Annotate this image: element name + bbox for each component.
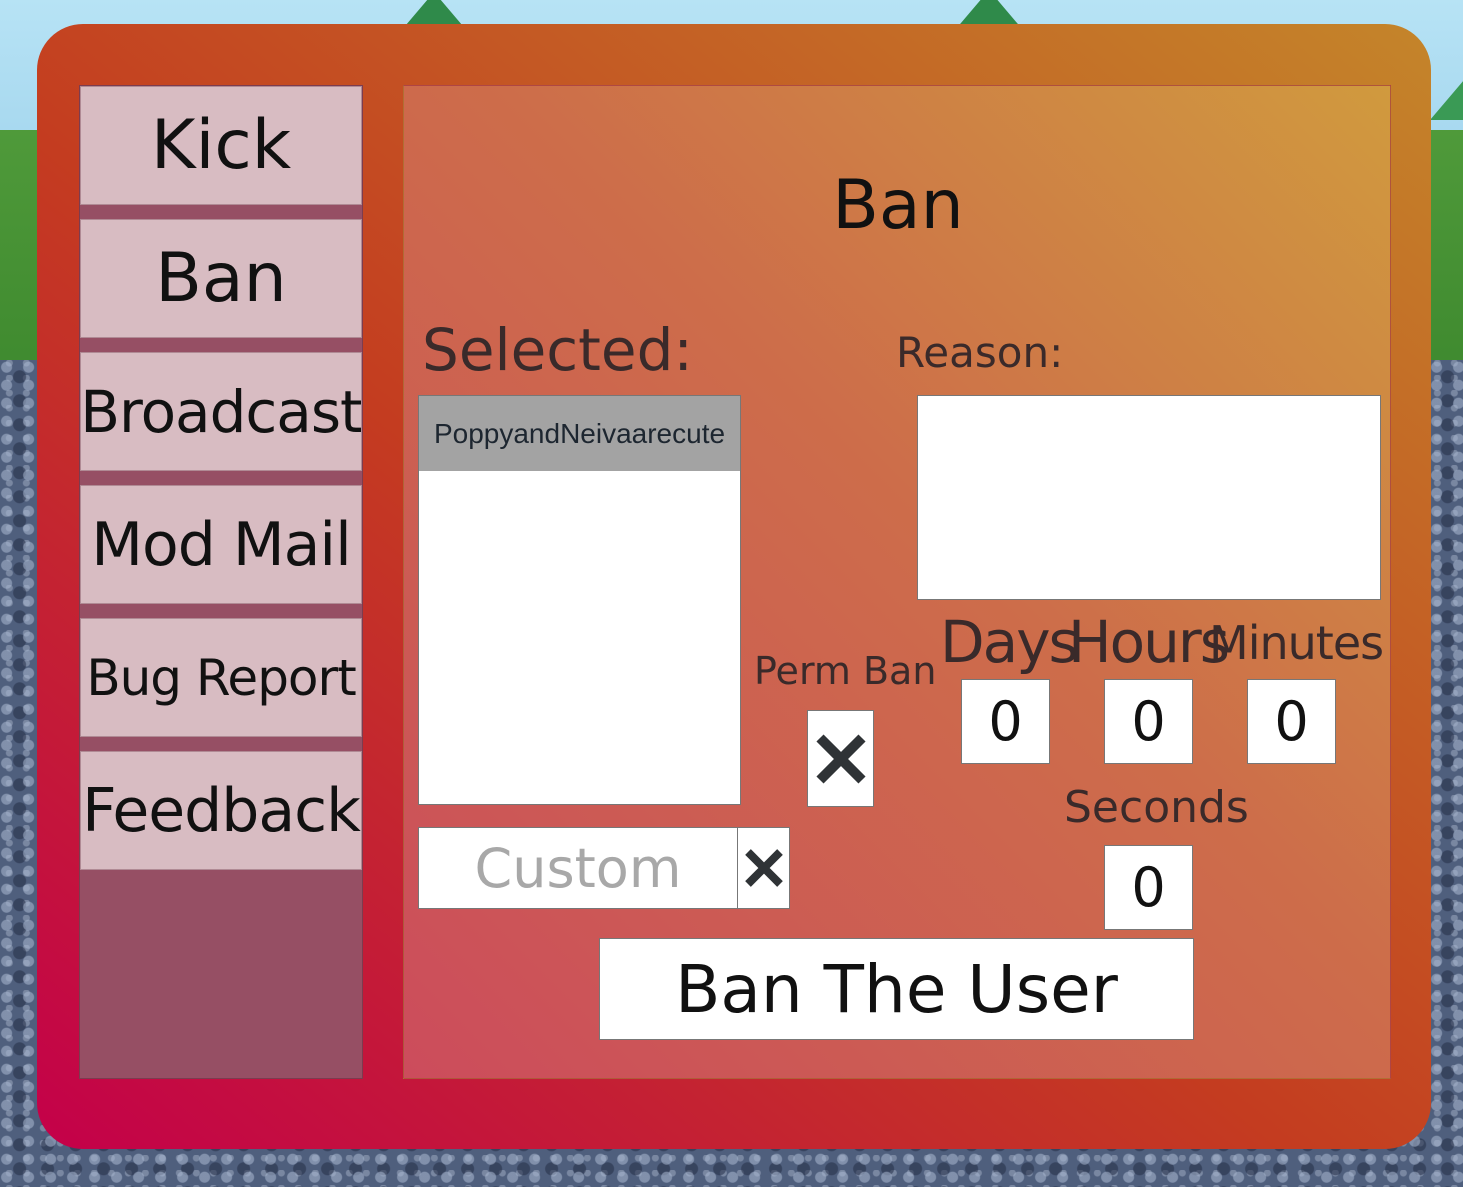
days-input[interactable] [961,679,1050,764]
seconds-input[interactable] [1104,845,1193,930]
close-icon [744,849,783,887]
minutes-input[interactable] [1247,679,1336,764]
custom-clear-button[interactable] [737,827,790,909]
sidebar-item-broadcast[interactable]: Broadcast [80,352,362,471]
days-label: Days [940,608,1079,676]
close-icon [815,733,866,784]
sidebar-item-kick[interactable]: Kick [80,86,362,205]
player-list-item[interactable]: PoppyandNeivaarecute [419,396,740,471]
selected-label: Selected: [422,316,693,384]
sidebar-item-label: Ban [155,239,287,318]
tree-icon [1430,80,1463,120]
minutes-label: Minutes [1209,616,1384,670]
sidebar-item-label: Feedback [82,775,361,846]
sidebar-item-ban[interactable]: Ban [80,219,362,338]
admin-panel-window: Kick Ban Broadcast Mod Mail Bug Report F… [37,24,1431,1149]
sidebar: Kick Ban Broadcast Mod Mail Bug Report F… [79,85,363,1079]
sidebar-item-label: Broadcast [80,377,362,446]
seconds-label: Seconds [1064,782,1249,833]
sidebar-item-label: Kick [150,106,292,185]
sidebar-item-label: Mod Mail [91,509,352,580]
page-title: Ban [832,166,964,245]
reason-input[interactable] [917,395,1381,600]
custom-player-input[interactable] [418,827,738,909]
perm-ban-label: Perm Ban [754,649,937,693]
player-list[interactable]: PoppyandNeivaarecute [418,395,741,805]
perm-ban-toggle[interactable] [807,710,874,807]
sidebar-item-mod-mail[interactable]: Mod Mail [80,485,362,604]
sidebar-item-label: Bug Report [86,648,356,707]
ban-panel: Ban Selected: Reason: PoppyandNeivaarecu… [403,85,1391,1079]
hours-input[interactable] [1104,679,1193,764]
sidebar-item-bug-report[interactable]: Bug Report [80,618,362,737]
reason-label: Reason: [896,328,1064,377]
hours-label: Hours [1068,608,1230,676]
sidebar-item-feedback[interactable]: Feedback [80,751,362,870]
ban-user-button[interactable]: Ban The User [599,938,1194,1040]
